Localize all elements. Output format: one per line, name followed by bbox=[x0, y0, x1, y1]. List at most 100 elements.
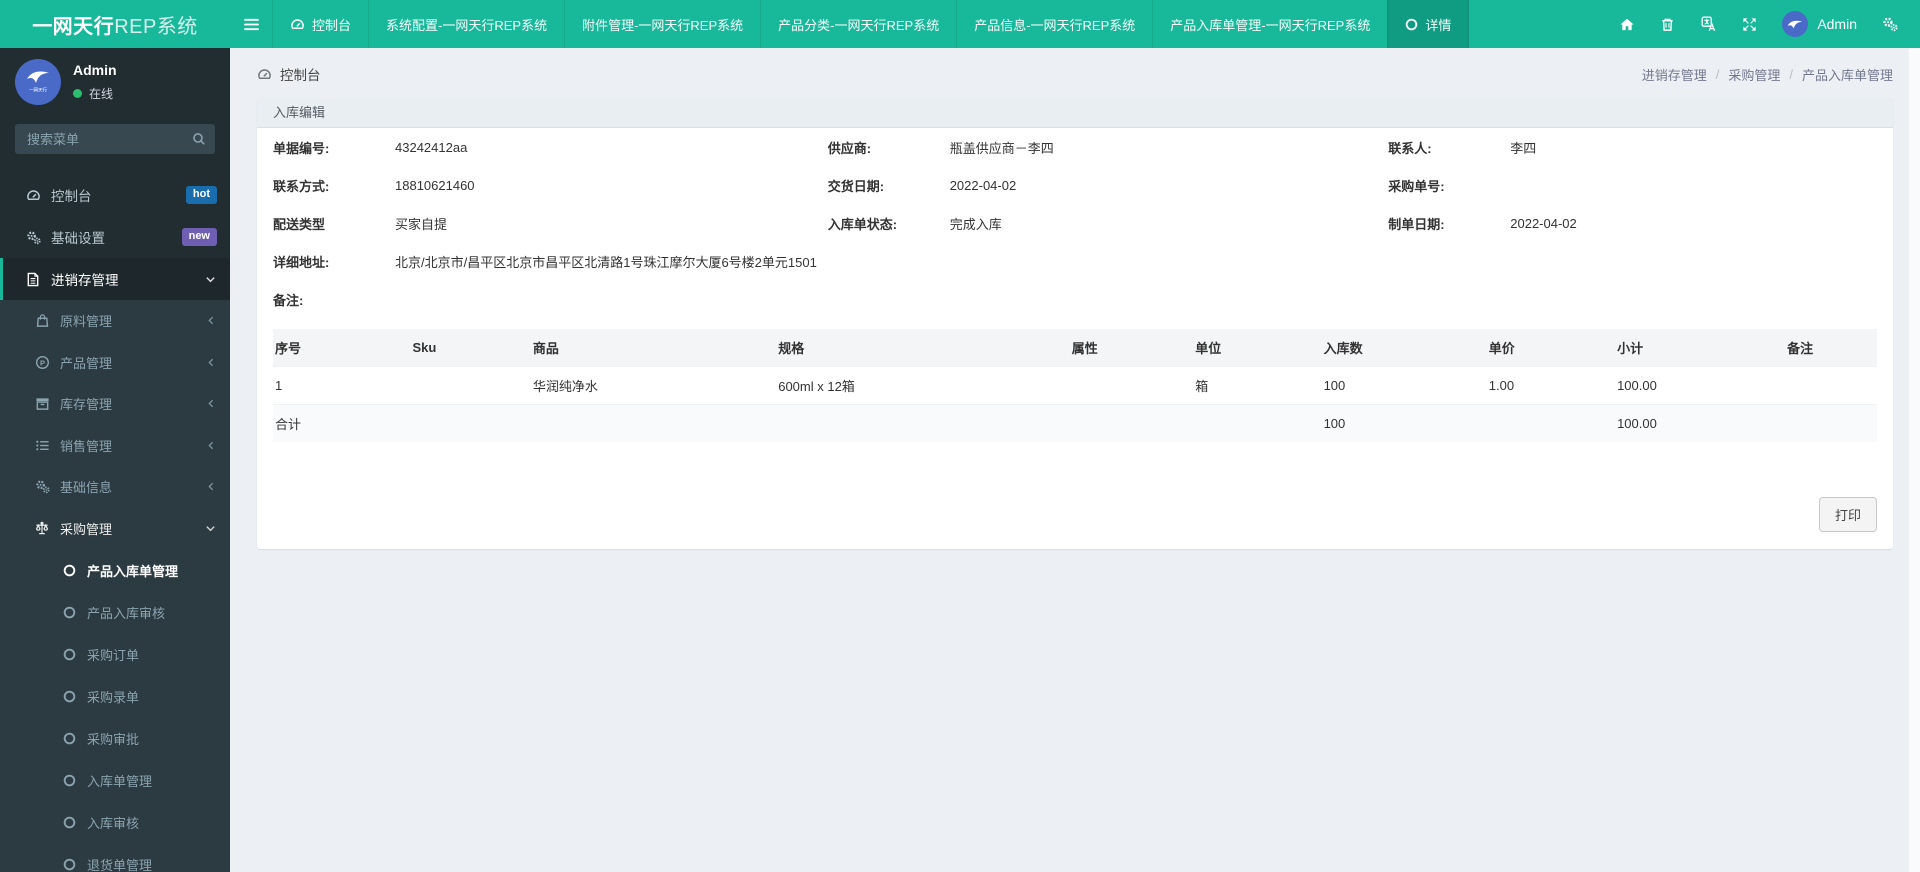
field-label: 供应商: bbox=[827, 140, 872, 156]
sidebar-item-console[interactable]: 控制台 hot bbox=[0, 174, 230, 216]
sidebar-item-purchase-management[interactable]: 采购管理 bbox=[0, 508, 230, 550]
fullscreen-icon bbox=[1742, 17, 1757, 32]
home-button[interactable] bbox=[1606, 0, 1647, 48]
circle-o-icon bbox=[60, 816, 78, 829]
breadcrumb-item[interactable]: 进销存管理 bbox=[1642, 65, 1707, 84]
col-remark: 备注 bbox=[1779, 329, 1877, 367]
sidebar-item-label: 入库审核 bbox=[87, 815, 140, 831]
online-status-label: 在线 bbox=[89, 87, 114, 101]
avatar bbox=[1782, 11, 1809, 37]
field-label: 交货日期: bbox=[827, 178, 885, 194]
sidebar-toggle-button[interactable] bbox=[230, 0, 272, 48]
chevron-left-icon bbox=[206, 440, 216, 451]
breadcrumb-item[interactable]: 产品入库单管理 bbox=[1802, 65, 1893, 84]
chevron-down-icon bbox=[205, 523, 216, 534]
svg-text:P: P bbox=[39, 358, 44, 367]
trash-icon bbox=[1660, 17, 1675, 32]
sidebar-item-label: 基础设置 bbox=[51, 231, 105, 246]
sidebar-item-purchase-entry[interactable]: 采购录单 bbox=[0, 675, 230, 717]
hamburger-icon bbox=[243, 18, 259, 31]
cell-inbound-qty: 100 bbox=[1315, 366, 1481, 405]
gears-icon bbox=[33, 479, 51, 494]
gears-icon bbox=[24, 230, 42, 245]
sidebar-item-product-inbound-audit[interactable]: 产品入库审核 bbox=[0, 591, 230, 633]
tab-system-config[interactable]: 系统配置-一网天行REP系统 bbox=[368, 0, 564, 48]
sidebar-item-inventory-management[interactable]: 进销存管理 bbox=[0, 258, 230, 300]
username-label: Admin bbox=[1817, 16, 1857, 32]
avatar[interactable]: 一网天行 bbox=[15, 59, 61, 105]
breadcrumb-separator: / bbox=[1789, 66, 1793, 82]
sidebar-item-purchase-approval[interactable]: 采购审批 bbox=[0, 717, 230, 759]
tab-product-category[interactable]: 产品分类-一网天行REP系统 bbox=[760, 0, 956, 48]
tab-product-inbound-management[interactable]: 产品入库单管理-一网天行REP系统 bbox=[1152, 0, 1387, 48]
tab-console[interactable]: 控制台 bbox=[272, 0, 368, 48]
gears-icon bbox=[1882, 16, 1898, 32]
sidebar-item-label: 原料管理 bbox=[60, 314, 113, 330]
tab-label: 产品入库单管理-一网天行REP系统 bbox=[1170, 17, 1371, 33]
language-button[interactable] bbox=[1688, 0, 1729, 48]
settings-button[interactable] bbox=[1869, 0, 1910, 48]
chevron-down-icon bbox=[205, 274, 216, 285]
tab-detail[interactable]: 详情 bbox=[1387, 0, 1470, 48]
tab-attachment-management[interactable]: 附件管理-一网天行REP系统 bbox=[564, 0, 760, 48]
field-contact-person: 联系人: 李四 bbox=[1388, 128, 1877, 166]
clear-cache-button[interactable] bbox=[1647, 0, 1688, 48]
circle-p-icon: P bbox=[33, 355, 51, 370]
field-value: 2022-04-02 bbox=[949, 177, 1017, 193]
breadcrumb-item[interactable]: 采购管理 bbox=[1728, 65, 1780, 84]
tab-label: 详情 bbox=[1425, 17, 1452, 33]
col-subtotal: 小计 bbox=[1609, 329, 1780, 367]
chevron-left-icon bbox=[206, 357, 216, 368]
scrollbar-track[interactable] bbox=[1908, 48, 1920, 872]
sidebar-item-product-management[interactable]: P 产品管理 bbox=[0, 342, 230, 384]
sidebar-item-stock-management[interactable]: 库存管理 bbox=[0, 383, 230, 425]
user-menu[interactable]: Admin bbox=[1770, 11, 1869, 37]
sidebar-user-panel: 一网天行 Admin 在线 bbox=[0, 48, 230, 113]
cell-unit-price: 1.00 bbox=[1480, 366, 1610, 405]
table-row: 1 华润纯净水 600ml x 12箱 箱 100 1.00 100.00 bbox=[273, 366, 1877, 405]
field-label: 单据编号: bbox=[273, 140, 330, 156]
field-label: 备注: bbox=[273, 292, 304, 308]
tab-label: 产品分类-一网天行REP系统 bbox=[778, 17, 940, 33]
header-tab-bar: 控制台 系统配置-一网天行REP系统 附件管理-一网天行REP系统 产品分类-一… bbox=[272, 0, 1606, 48]
tab-label: 产品信息-一网天行REP系统 bbox=[974, 17, 1136, 33]
field-delivery-type: 配送类型 买家自提 bbox=[273, 204, 828, 242]
circle-o-icon bbox=[60, 564, 78, 577]
shopping-bag-icon bbox=[33, 313, 51, 328]
sidebar-item-raw-material[interactable]: 原料管理 bbox=[0, 300, 230, 342]
sidebar-item-label: 产品入库审核 bbox=[87, 605, 166, 621]
language-icon bbox=[1701, 16, 1717, 32]
app-logo[interactable]: 一网天行 REP系统 bbox=[0, 0, 230, 48]
total-label: 合计 bbox=[273, 404, 405, 442]
search-icon[interactable] bbox=[192, 132, 206, 146]
sidebar: 一网天行 Admin 在线 控制台 hot 基础设置 new 进销存管理 bbox=[0, 48, 230, 872]
cell-product: 华润纯净水 bbox=[524, 366, 771, 405]
list-icon bbox=[33, 438, 51, 453]
circle-icon bbox=[1405, 18, 1418, 31]
print-button[interactable]: 打印 bbox=[1818, 497, 1877, 532]
fullscreen-button[interactable] bbox=[1729, 0, 1770, 48]
search-input[interactable] bbox=[15, 124, 215, 154]
table-header-row: 序号 Sku 商品 规格 属性 单位 入库数 单价 小计 备注 bbox=[273, 329, 1877, 367]
sidebar-item-basic-info[interactable]: 基础信息 bbox=[0, 466, 230, 508]
sidebar-item-return-order[interactable]: 退货单管理 bbox=[0, 843, 230, 872]
sidebar-user-status: 在线 bbox=[73, 85, 117, 102]
sidebar-item-inbound-audit[interactable]: 入库审核 bbox=[0, 801, 230, 843]
sidebar-item-inbound-order[interactable]: 入库单管理 bbox=[0, 759, 230, 801]
sidebar-item-sales-management[interactable]: 销售管理 bbox=[0, 425, 230, 467]
sidebar-item-purchase-order[interactable]: 采购订单 bbox=[0, 633, 230, 675]
tab-product-info[interactable]: 产品信息-一网天行REP系统 bbox=[956, 0, 1152, 48]
app-logo-bold: 一网天行 bbox=[32, 15, 115, 38]
balance-scale-icon bbox=[33, 521, 51, 536]
circle-o-icon bbox=[60, 606, 78, 619]
online-status-dot bbox=[73, 89, 82, 98]
sidebar-item-label: 采购录单 bbox=[87, 689, 140, 705]
sidebar-item-basic-settings[interactable]: 基础设置 new bbox=[0, 216, 230, 258]
sidebar-item-label: 库存管理 bbox=[60, 397, 113, 413]
sidebar-item-product-inbound-order[interactable]: 产品入库单管理 bbox=[0, 549, 230, 591]
field-order-no: 单据编号: 43242412aa bbox=[273, 128, 828, 166]
field-value: 瓶盖供应商－李四 bbox=[949, 140, 1054, 156]
cell-remark bbox=[1779, 366, 1877, 405]
circle-o-icon bbox=[60, 774, 78, 787]
gauge-icon bbox=[24, 188, 42, 203]
